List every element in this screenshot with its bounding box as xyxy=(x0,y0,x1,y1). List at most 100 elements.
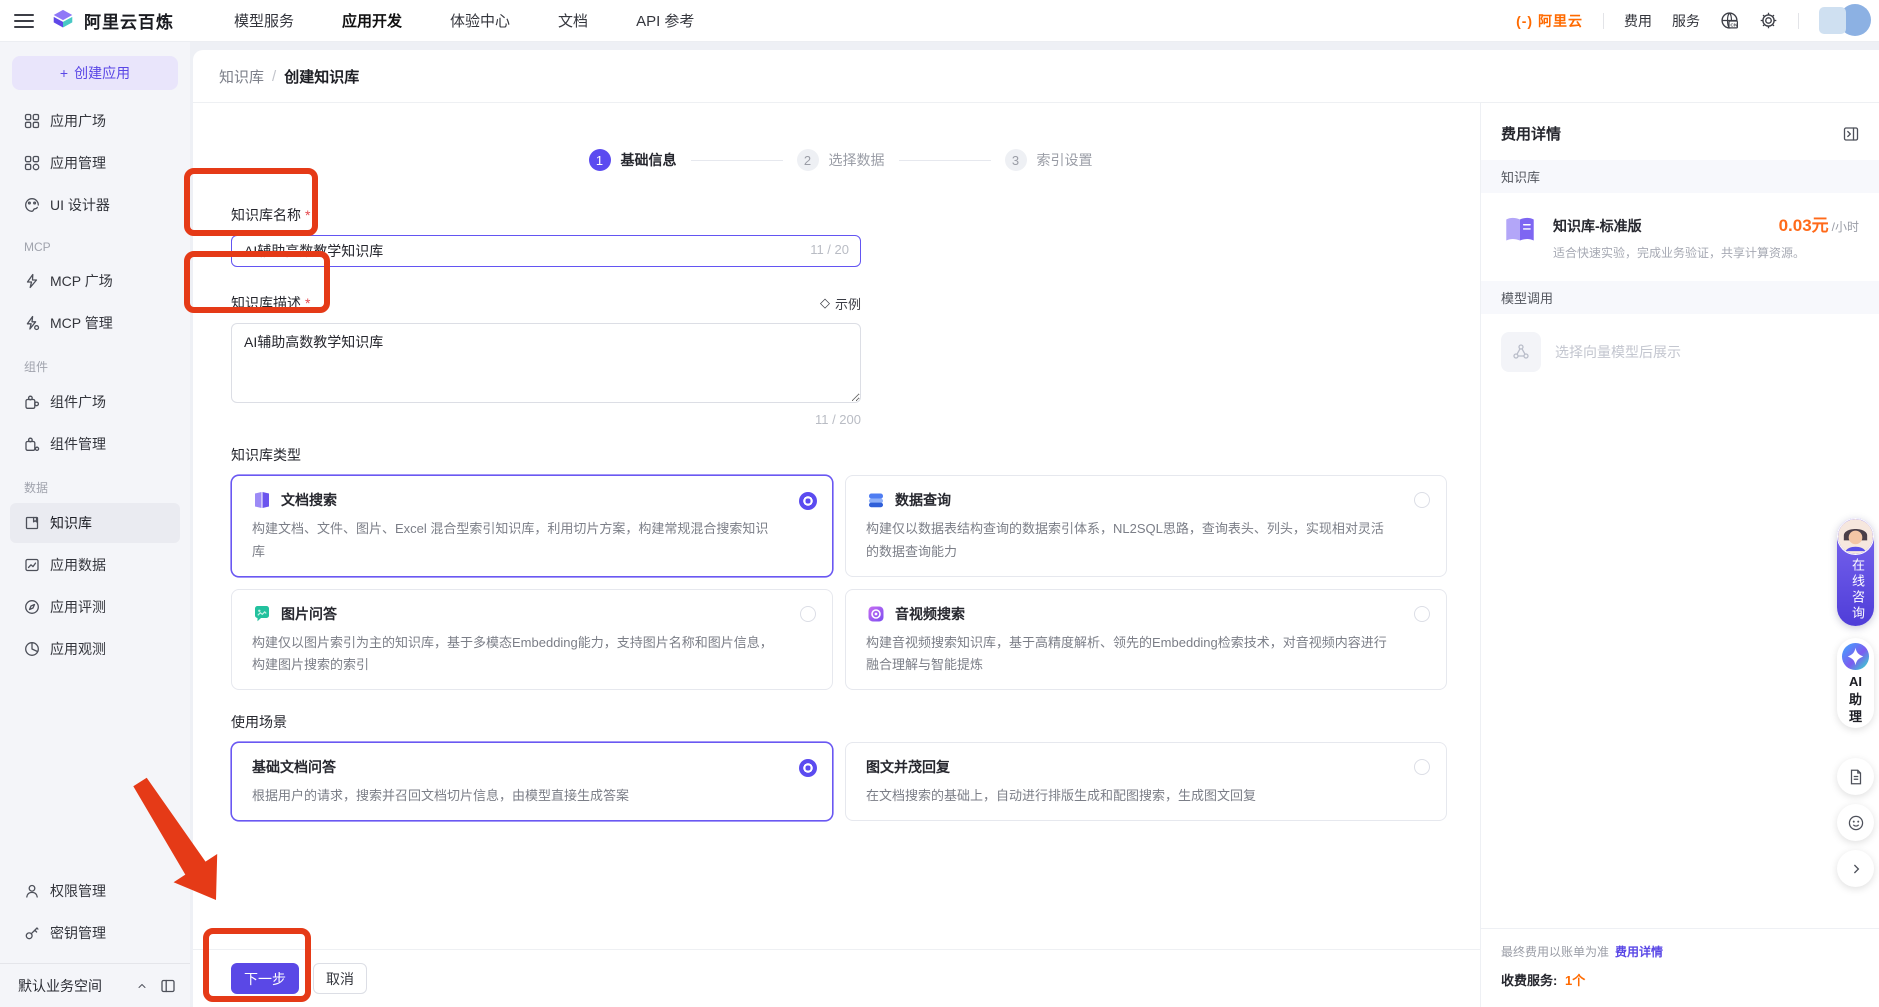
ai-assistant-widget[interactable]: AI 助理 xyxy=(1837,638,1874,728)
radio-unselected-icon[interactable] xyxy=(1414,759,1430,775)
radio-unselected-icon[interactable] xyxy=(1414,492,1430,508)
fee-service-label: 收费服务: xyxy=(1501,973,1558,988)
smiley-icon xyxy=(1848,815,1863,830)
sidebar-item-app-market[interactable]: 应用广场 xyxy=(0,101,190,141)
hamburger-menu-icon[interactable] xyxy=(14,13,34,28)
sidebar-item-api-keys[interactable]: 密钥管理 xyxy=(0,913,190,953)
online-consult-widget[interactable]: 在线咨询 xyxy=(1837,518,1874,626)
sparkle-icon: ◇ xyxy=(819,295,830,310)
kb-desc-textarea[interactable]: AI辅助高数教学知识库 xyxy=(231,323,861,403)
kb-name-label: 知识库名称 * xyxy=(231,207,311,223)
step-connector xyxy=(690,159,783,161)
sidebar-item-app-data[interactable]: 应用数据 xyxy=(0,545,190,585)
radio-unselected-icon[interactable] xyxy=(1414,605,1430,622)
compass-icon xyxy=(25,600,39,614)
nav-experience-center[interactable]: 体验中心 xyxy=(450,10,510,31)
collapse-panel-icon[interactable] xyxy=(1843,126,1859,142)
kb-type-label: 知识库类型 xyxy=(231,447,301,463)
collapse-sidebar-icon[interactable] xyxy=(160,978,176,994)
step-basic-info: 1 基础信息 xyxy=(588,149,677,171)
docs-float-button[interactable] xyxy=(1837,758,1874,795)
grid-manage-icon xyxy=(24,155,40,171)
consultant-avatar xyxy=(1837,518,1874,555)
form-footer: 下一步 取消 xyxy=(193,949,1480,1007)
next-step-button[interactable]: 下一步 xyxy=(231,963,299,994)
sidebar-item-knowledge-base[interactable]: 知识库 xyxy=(10,503,180,543)
sidebar-item-mcp-manage[interactable]: MCP 管理 xyxy=(0,303,190,343)
workspace-switcher[interactable]: 默认业务空间 xyxy=(0,963,190,1007)
example-link[interactable]: ◇ 示例 xyxy=(820,294,861,313)
radio-selected-icon[interactable] xyxy=(799,492,817,510)
feedback-float-button[interactable] xyxy=(1837,804,1874,841)
sidebar-section-components: 组件 xyxy=(24,360,49,374)
cost-panel-title: 费用详情 xyxy=(1501,126,1562,143)
cost-panel-footer: 最终费用以账单为准 费用详情 收费服务: 1个 xyxy=(1481,928,1879,1007)
form-area: 1 基础信息 2 选择数据 3 索引设置 知识库名称 * AI辅助高数教学知识库… xyxy=(193,103,1480,1007)
image-qa-icon xyxy=(255,605,269,621)
model-cost-placeholder: 选择向量模型后展示 xyxy=(1481,314,1879,390)
user-avatar[interactable] xyxy=(1819,3,1871,36)
aliyun-logo[interactable]: (-) 阿里云 xyxy=(1516,11,1583,31)
nav-services[interactable]: 服务 xyxy=(1672,11,1700,31)
svg-text:CN: CN xyxy=(1730,22,1737,28)
breadcrumb-knowledge-base[interactable]: 知识库 xyxy=(219,66,264,87)
puzzle-manage-icon xyxy=(25,437,40,452)
topbar-right: (-) 阿里云 费用 服务 CN xyxy=(1516,3,1871,36)
radio-unselected-icon[interactable] xyxy=(800,605,816,622)
type-option-image-qa[interactable]: 图片问答 构建仅以图片索引为主的知识库，基于多模态Embedding能力，支持图… xyxy=(231,588,833,690)
expand-float-button[interactable] xyxy=(1837,850,1874,887)
type-option-data-query[interactable]: 数据查询 构建仅以数据表结构查询的数据索引体系，NL2SQL思路，查询表头、列头… xyxy=(845,475,1447,577)
model-placeholder-text: 选择向量模型后展示 xyxy=(1555,344,1681,360)
sidebar-item-mcp-market[interactable]: MCP 广场 xyxy=(0,261,190,301)
online-consult-label: 在线咨询 xyxy=(1850,558,1865,622)
puzzle-icon xyxy=(25,395,40,409)
radio-selected-icon[interactable] xyxy=(799,759,817,777)
workspace-name: 默认业务空间 xyxy=(18,977,102,994)
create-app-button[interactable]: + 创建应用 xyxy=(12,56,178,90)
page-title: 创建知识库 xyxy=(284,68,360,86)
kb-plan-desc: 适合快速实验，完成业务验证，共享计算资源。 xyxy=(1553,246,1806,260)
sidebar-item-component-manage[interactable]: 组件管理 xyxy=(0,424,190,464)
cancel-button[interactable]: 取消 xyxy=(313,963,367,994)
sidebar-item-permissions[interactable]: 权限管理 xyxy=(0,871,190,911)
kb-name-input[interactable] xyxy=(231,235,861,267)
type-option-av-search[interactable]: 音视频搜索 构建音视频搜索知识库，基于高精度解析、领先的Embedding检索技… xyxy=(845,588,1447,690)
divider xyxy=(1603,12,1604,29)
sidebar-item-app-monitor[interactable]: 应用观测 xyxy=(0,629,190,669)
nav-app-development[interactable]: 应用开发 xyxy=(342,10,402,31)
grid-icon xyxy=(24,113,40,129)
nav-model-services[interactable]: 模型服务 xyxy=(234,10,294,31)
kb-name-counter: 11 / 20 xyxy=(810,242,849,257)
type-option-doc-search[interactable]: 文档搜索 构建文档、文件、图片、Excel 混合型索引知识库，利用切片方案，构建… xyxy=(231,475,833,577)
kb-type-options: 文档搜索 构建文档、文件、图片、Excel 混合型索引知识库，利用切片方案，构建… xyxy=(231,475,1450,690)
document-icon xyxy=(1850,769,1861,784)
settings-gear-icon[interactable] xyxy=(1759,11,1778,30)
chevron-right-icon xyxy=(1853,864,1859,873)
key-icon xyxy=(25,927,39,940)
nav-api-reference[interactable]: API 参考 xyxy=(636,10,694,31)
kb-plan-name: 知识库-标准版 xyxy=(1553,218,1642,234)
brand-logo[interactable]: 阿里云百炼 xyxy=(50,8,174,34)
cost-item-kb-standard: 知识库-标准版 0.03元 /小时 适合快速实验，完成业务验证，共享计算资源。 xyxy=(1481,193,1879,281)
user-icon xyxy=(26,884,38,898)
chart-icon xyxy=(25,558,39,572)
sidebar-item-app-eval[interactable]: 应用评测 xyxy=(0,587,190,627)
scene-option-rich-reply[interactable]: 图文并茂回复 在文档搜索的基础上，自动进行排版生成和配图搜索，生成图文回复 xyxy=(845,742,1447,821)
palette-icon xyxy=(25,198,39,212)
scene-label: 使用场景 xyxy=(231,714,287,730)
kb-desc-counter: 11 / 200 xyxy=(814,412,861,427)
globe-locale-icon[interactable]: CN xyxy=(1720,11,1739,30)
sidebar-item-ui-designer[interactable]: UI 设计器 xyxy=(0,185,190,225)
scene-option-basic-doc-qa[interactable]: 基础文档问答 根据用户的请求，搜索并召回文档切片信息，由模型直接生成答案 xyxy=(231,742,833,821)
sidebar-item-component-market[interactable]: 组件广场 xyxy=(0,382,190,422)
nav-docs[interactable]: 文档 xyxy=(558,10,588,31)
kb-price-unit: /小时 xyxy=(1831,220,1859,234)
sidebar-section-data: 数据 xyxy=(24,481,49,495)
step-index-settings: 3 索引设置 xyxy=(1004,149,1093,171)
lightning-manage-icon xyxy=(26,315,40,331)
sidebar-item-app-manage[interactable]: 应用管理 xyxy=(0,143,190,183)
cost-detail-link[interactable]: 费用详情 xyxy=(1615,945,1663,959)
chevron-up-icon xyxy=(138,983,146,988)
nav-billing[interactable]: 费用 xyxy=(1624,11,1652,31)
